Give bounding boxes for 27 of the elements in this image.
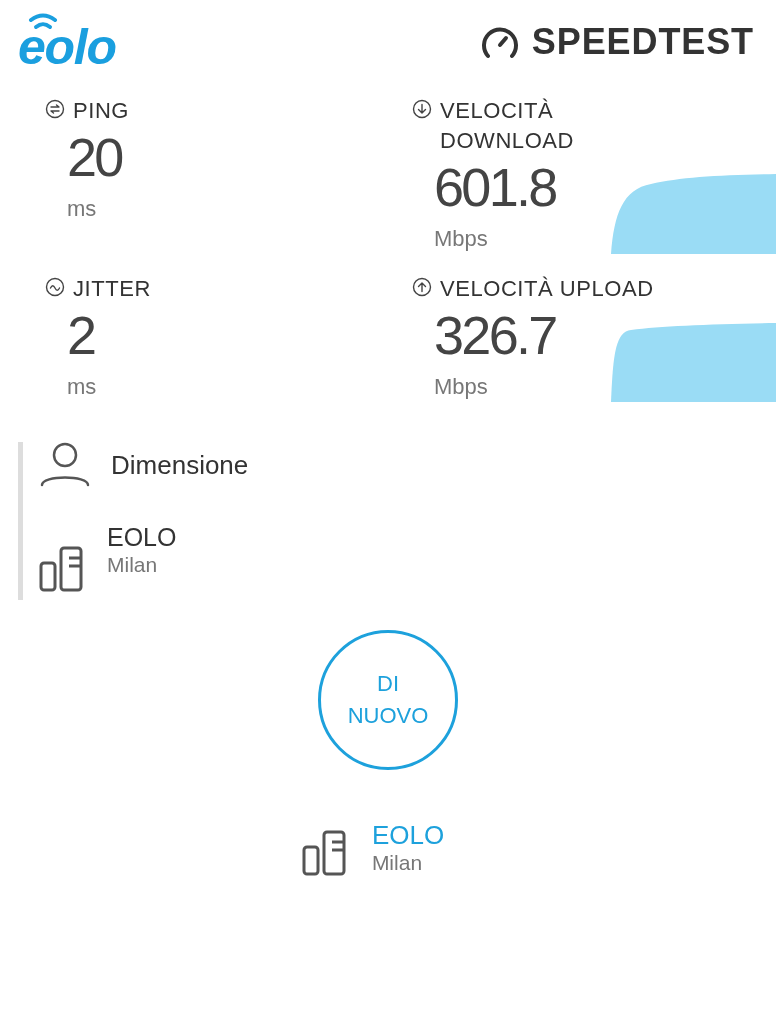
brand-wordmark: SPEEDTEST bbox=[531, 22, 754, 62]
metric-unit: ms bbox=[67, 195, 98, 223]
ping-icon bbox=[45, 99, 65, 119]
metric-label: VELOCITÀ UPLOAD bbox=[440, 275, 654, 303]
again-button[interactable]: DI NUOVO bbox=[318, 630, 458, 770]
server-name: EOLO bbox=[107, 522, 177, 552]
provider-name: Dimensione bbox=[111, 450, 249, 480]
download-icon bbox=[412, 99, 432, 119]
server-location: Milan bbox=[107, 552, 159, 578]
metric-label: VELOCITÀ DOWNLOAD bbox=[440, 97, 575, 155]
upload-icon bbox=[412, 277, 432, 297]
metric-unit: Mbps bbox=[434, 373, 489, 401]
metric-label: PING bbox=[73, 97, 129, 125]
server-location: Milan bbox=[371, 850, 424, 876]
wifi-arcs-icon bbox=[28, 12, 58, 30]
metric-unit: ms bbox=[67, 373, 98, 401]
metric-unit: Mbps bbox=[434, 225, 489, 253]
wave-icon bbox=[45, 277, 65, 297]
metric-value: 326.7 bbox=[434, 304, 556, 366]
metric-value: 601.8 bbox=[434, 156, 556, 218]
user-icon bbox=[39, 442, 91, 488]
server-name: EOLO bbox=[371, 820, 445, 850]
logo-wordmark: eolo bbox=[18, 22, 116, 72]
metric-value: 2 bbox=[67, 304, 95, 366]
metric-value: 20 bbox=[67, 126, 122, 188]
gauge-icon bbox=[479, 25, 520, 59]
metric-label: JITTER bbox=[73, 275, 151, 303]
